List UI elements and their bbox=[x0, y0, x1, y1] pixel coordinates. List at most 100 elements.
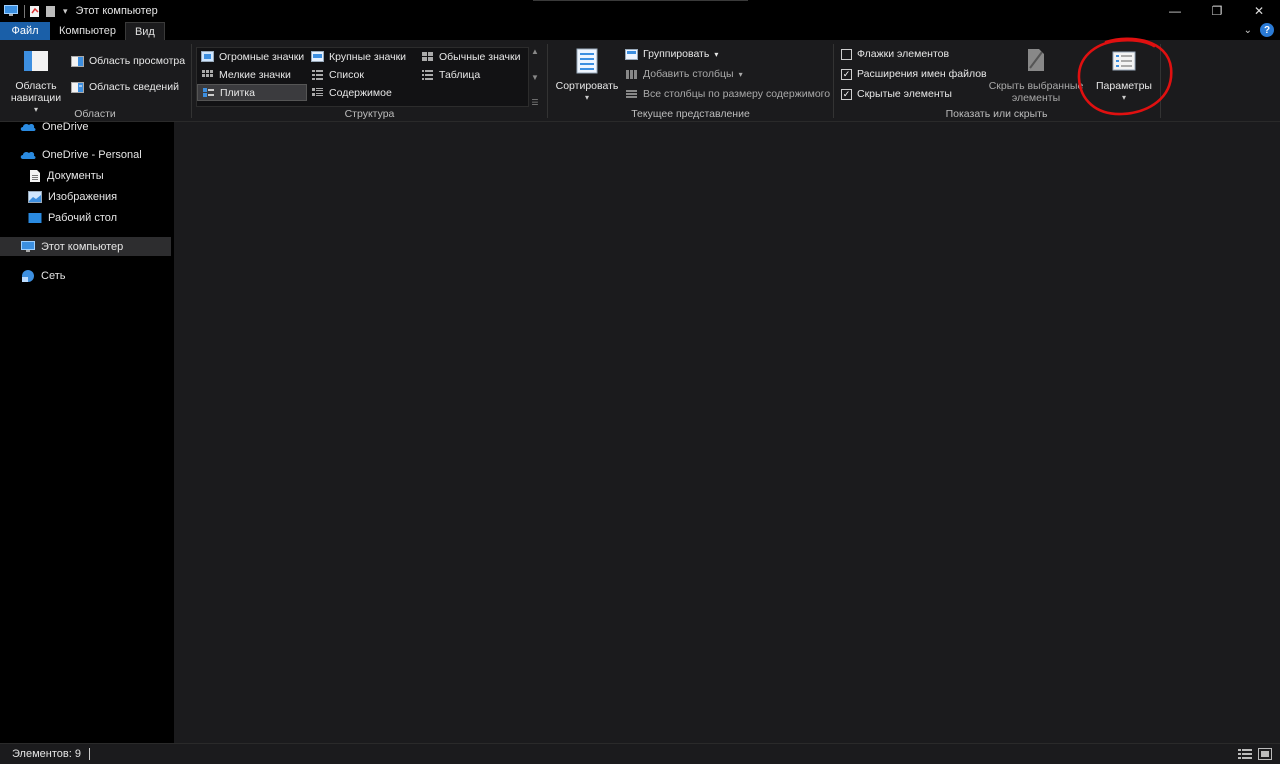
hidden-items-checkbox[interactable]: ✓ bbox=[841, 88, 852, 100]
status-separator bbox=[88, 748, 90, 760]
group-panes: Область навигации ▾ Область просмотра Об… bbox=[0, 40, 190, 122]
nav-item-onedrive[interactable]: OneDrive bbox=[0, 117, 171, 136]
network-icon bbox=[22, 269, 34, 282]
title-bar: ▾ Этот компьютер — ❐ ✕ bbox=[0, 0, 1280, 22]
separator bbox=[24, 4, 25, 18]
size-columns-icon bbox=[626, 89, 637, 98]
hide-selected-items-button[interactable]: Скрыть выбранные элементы bbox=[988, 48, 1084, 104]
nav-item-network[interactable]: Сеть bbox=[0, 266, 171, 285]
nav-label: Изображения bbox=[48, 190, 118, 203]
nav-item-onedrive-personal[interactable]: OneDrive - Personal bbox=[0, 145, 171, 164]
status-bar: Элементов: 9 bbox=[0, 743, 1280, 764]
computer-icon bbox=[21, 240, 35, 252]
sort-by-label: Сортировать bbox=[555, 80, 619, 92]
content-icon bbox=[312, 88, 323, 96]
help-icon[interactable]: ? bbox=[1260, 23, 1274, 37]
large-icons-icon bbox=[311, 51, 324, 62]
layout-medium-icons[interactable]: Обычные значки bbox=[417, 48, 520, 65]
options-icon bbox=[1112, 51, 1136, 74]
collapse-ribbon-icon[interactable]: ⌄ bbox=[1244, 25, 1252, 36]
item-checkboxes-label: Флажки элементов bbox=[857, 48, 950, 60]
file-extensions-label: Расширения имен файлов bbox=[857, 68, 987, 80]
large-icons-view-icon[interactable] bbox=[1258, 748, 1272, 763]
scroll-up-icon[interactable]: ▲ bbox=[531, 47, 539, 56]
cloud-icon bbox=[20, 123, 36, 131]
layout-small-icons[interactable]: Мелкие значки bbox=[197, 66, 291, 83]
window-title: Этот компьютер bbox=[75, 5, 158, 17]
layout-tiles[interactable]: Плитка bbox=[197, 84, 307, 101]
layout-large-icons[interactable]: Крупные значки bbox=[307, 48, 406, 65]
group-by-button[interactable]: Группировать ▾ bbox=[625, 48, 718, 60]
customize-quick-access-icon[interactable]: ▾ bbox=[63, 6, 68, 17]
navigation-pane-label: Область навигации bbox=[10, 80, 62, 104]
minimize-button[interactable]: — bbox=[1154, 0, 1196, 22]
tab-computer[interactable]: Компьютер bbox=[50, 22, 125, 40]
new-folder-icon[interactable] bbox=[45, 5, 57, 18]
layout-content[interactable]: Содержимое bbox=[307, 84, 392, 101]
add-columns-button[interactable]: Добавить столбцы ▾ bbox=[625, 68, 743, 80]
quick-access-toolbar: ▾ bbox=[0, 0, 68, 22]
hide-selected-label: Скрыть выбранные элементы bbox=[988, 80, 1084, 104]
file-list-area[interactable] bbox=[174, 122, 1280, 743]
item-checkboxes-checkbox[interactable] bbox=[841, 48, 852, 60]
hidden-items-toggle[interactable]: ✓ Скрытые элементы bbox=[841, 88, 952, 100]
details-view-icon[interactable] bbox=[1238, 748, 1252, 763]
computer-icon bbox=[4, 5, 18, 17]
preview-pane-icon bbox=[71, 55, 84, 67]
tab-view[interactable]: Вид bbox=[124, 22, 165, 40]
layout-list[interactable]: Список bbox=[307, 66, 364, 83]
layout-details[interactable]: Таблица bbox=[417, 66, 480, 83]
ribbon: Область навигации ▾ Область просмотра Об… bbox=[0, 40, 1280, 122]
layout-label: Мелкие значки bbox=[219, 68, 291, 81]
nav-item-desktop[interactable]: Рабочий стол bbox=[0, 208, 171, 227]
group-label-current-view: Текущее представление bbox=[631, 108, 750, 120]
layout-label: Содержимое bbox=[329, 86, 392, 99]
dropdown-arrow-icon: ▾ bbox=[738, 69, 743, 79]
expand-gallery-icon[interactable]: ☰ bbox=[531, 98, 538, 107]
dropdown-arrow-icon: ▾ bbox=[714, 49, 719, 59]
properties-icon[interactable] bbox=[29, 5, 41, 18]
scroll-down-icon[interactable]: ▼ bbox=[531, 73, 539, 82]
hidden-items-label: Скрытые элементы bbox=[857, 88, 952, 100]
group-label-show-hide: Показать или скрыть bbox=[945, 108, 1048, 120]
nav-label: Сеть bbox=[41, 269, 66, 282]
nav-label: Этот компьютер bbox=[41, 240, 124, 253]
preview-pane-label: Область просмотра bbox=[89, 55, 186, 67]
layout-label: Обычные значки bbox=[439, 50, 521, 63]
title-drag-indicator bbox=[533, 0, 748, 1]
nav-item-documents[interactable]: Документы bbox=[0, 166, 171, 185]
navigation-pane-icon bbox=[23, 50, 49, 75]
options-label: Параметры bbox=[1096, 80, 1152, 92]
options-button[interactable]: Параметры ▾ bbox=[1090, 51, 1158, 104]
group-label-layout: Структура bbox=[344, 108, 395, 120]
layout-label: Огромные значки bbox=[219, 50, 305, 63]
close-button[interactable]: ✕ bbox=[1238, 0, 1280, 22]
sort-by-button[interactable]: Сортировать ▾ bbox=[554, 48, 620, 104]
details-icon bbox=[422, 70, 433, 80]
nav-item-pictures[interactable]: Изображения bbox=[0, 187, 171, 206]
maximize-button[interactable]: ❐ bbox=[1196, 0, 1238, 22]
dropdown-arrow-icon: ▾ bbox=[584, 93, 589, 102]
details-pane-label: Область сведений bbox=[89, 81, 179, 93]
size-all-columns-button[interactable]: Все столбцы по размеру содержимого bbox=[625, 88, 830, 100]
nav-label: Документы bbox=[47, 169, 104, 182]
layout-extra-large-icons[interactable]: Огромные значки bbox=[197, 48, 304, 65]
file-extensions-checkbox[interactable]: ✓ bbox=[841, 68, 852, 80]
tab-file[interactable]: Файл bbox=[0, 22, 50, 40]
ribbon-tabs: Файл Компьютер Вид ⌄ ? bbox=[0, 22, 1280, 40]
navigation-pane-button[interactable]: Область навигации ▾ bbox=[4, 50, 68, 116]
navigation-pane: OneDrive OneDrive - Personal Документы И… bbox=[0, 121, 174, 743]
group-by-label: Группировать bbox=[643, 48, 710, 60]
item-checkboxes-toggle[interactable]: Флажки элементов bbox=[841, 48, 949, 60]
group-current-view: Сортировать ▾ Группировать ▾ Добавить ст… bbox=[548, 40, 833, 122]
small-icons-icon bbox=[202, 70, 213, 77]
layout-gallery-scroll: ▲ ▼ ☰ bbox=[529, 47, 541, 107]
nav-item-this-pc[interactable]: Этот компьютер bbox=[0, 237, 171, 256]
dropdown-arrow-icon: ▾ bbox=[1121, 93, 1126, 102]
file-extensions-toggle[interactable]: ✓ Расширения имен файлов bbox=[841, 68, 987, 80]
document-icon bbox=[30, 169, 40, 182]
preview-pane-button[interactable]: Область просмотра bbox=[71, 55, 185, 67]
details-pane-button[interactable]: Область сведений bbox=[71, 81, 179, 93]
list-icon bbox=[312, 70, 323, 80]
item-count: Элементов: 9 bbox=[12, 748, 81, 760]
